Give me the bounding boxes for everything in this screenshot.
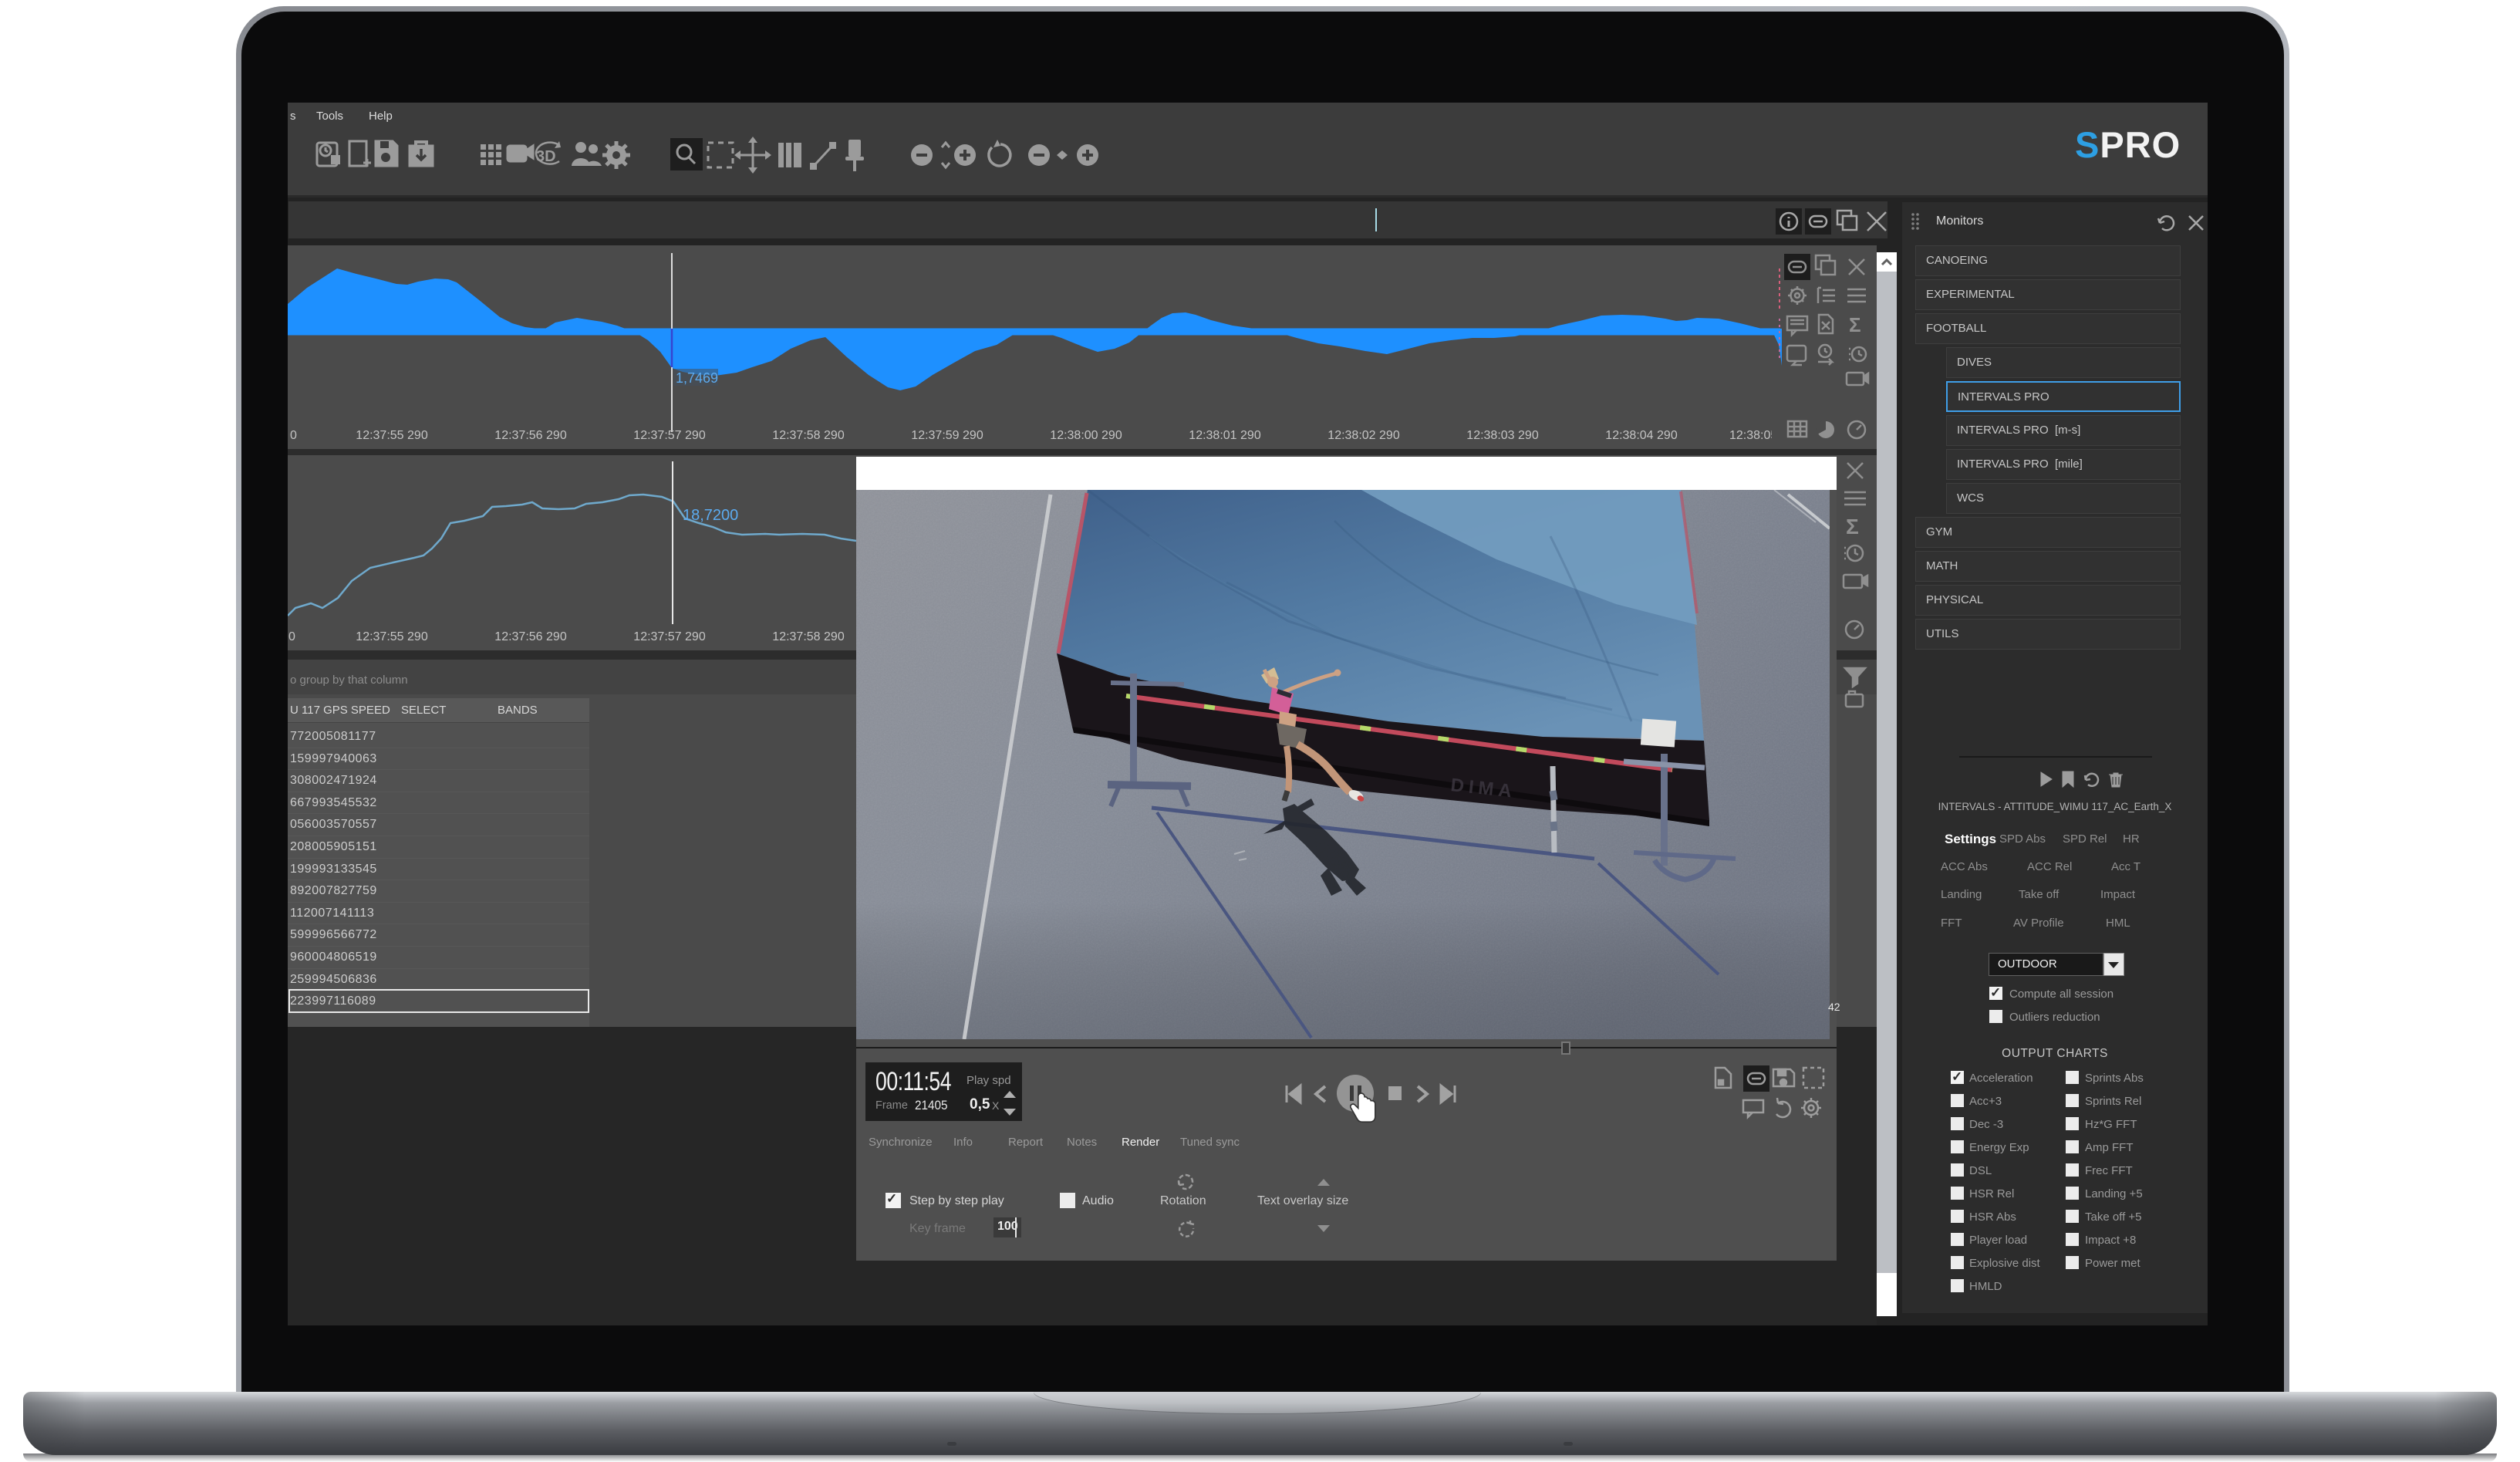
svg-text:3D: 3D <box>536 148 556 165</box>
svg-text:Σ: Σ <box>1849 313 1861 336</box>
svg-text:Σ: Σ <box>1846 515 1859 539</box>
svg-text:18,7200: 18,7200 <box>683 507 738 524</box>
svg-text:1,7469: 1,7469 <box>676 370 718 386</box>
